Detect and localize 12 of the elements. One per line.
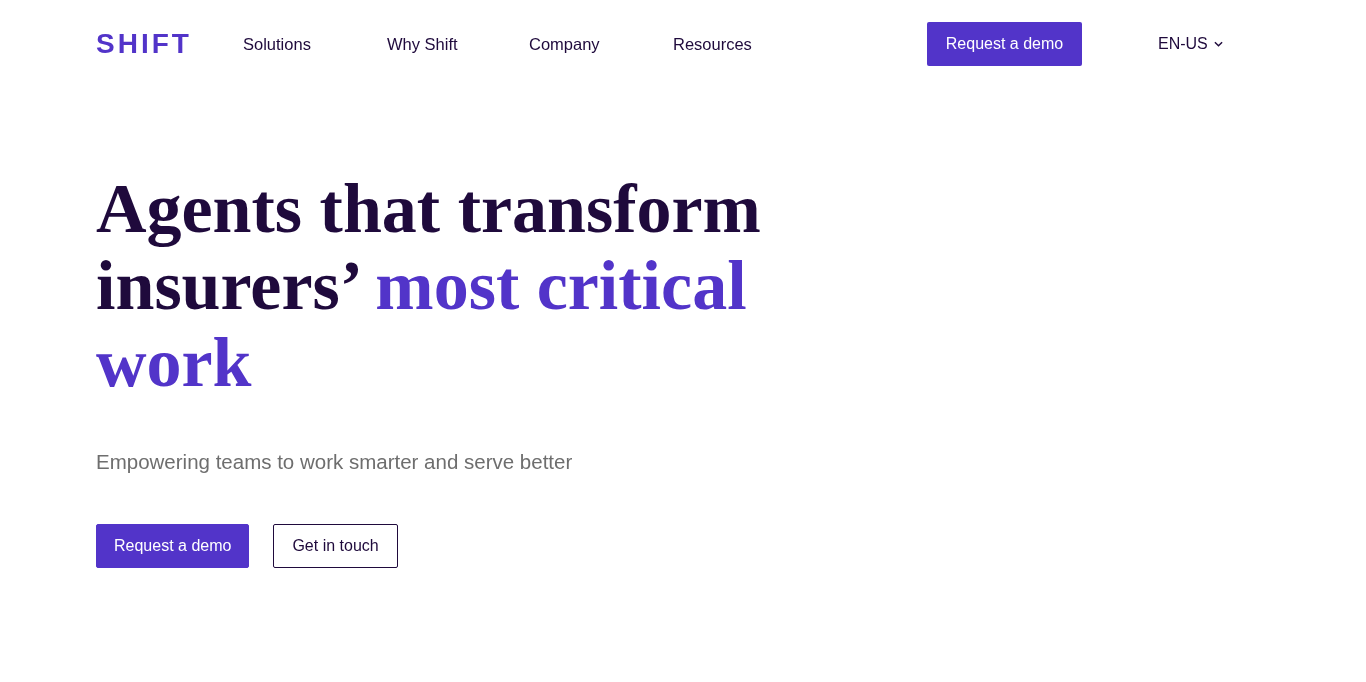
language-selector[interactable]: EN-US — [1158, 32, 1223, 56]
logo[interactable]: SHIFT — [96, 30, 192, 58]
nav-link[interactable]: Company — [529, 31, 600, 57]
nav-link[interactable]: Why Shift — [387, 31, 458, 57]
get-in-touch-button[interactable]: Get in touch — [273, 523, 398, 568]
chevron-down-icon — [1213, 41, 1223, 47]
hero-headline: Agents that transform insurers’ most critical work — [96, 170, 762, 401]
hero-subtitle: Empowering teams to work smarter and serve better — [96, 449, 573, 475]
request-demo-button[interactable]: Request a demo — [96, 523, 250, 568]
request-demo-button[interactable]: Request a demo — [927, 22, 1082, 66]
nav-link[interactable]: Solutions — [243, 31, 311, 57]
nav-link[interactable]: Resources — [673, 31, 752, 57]
